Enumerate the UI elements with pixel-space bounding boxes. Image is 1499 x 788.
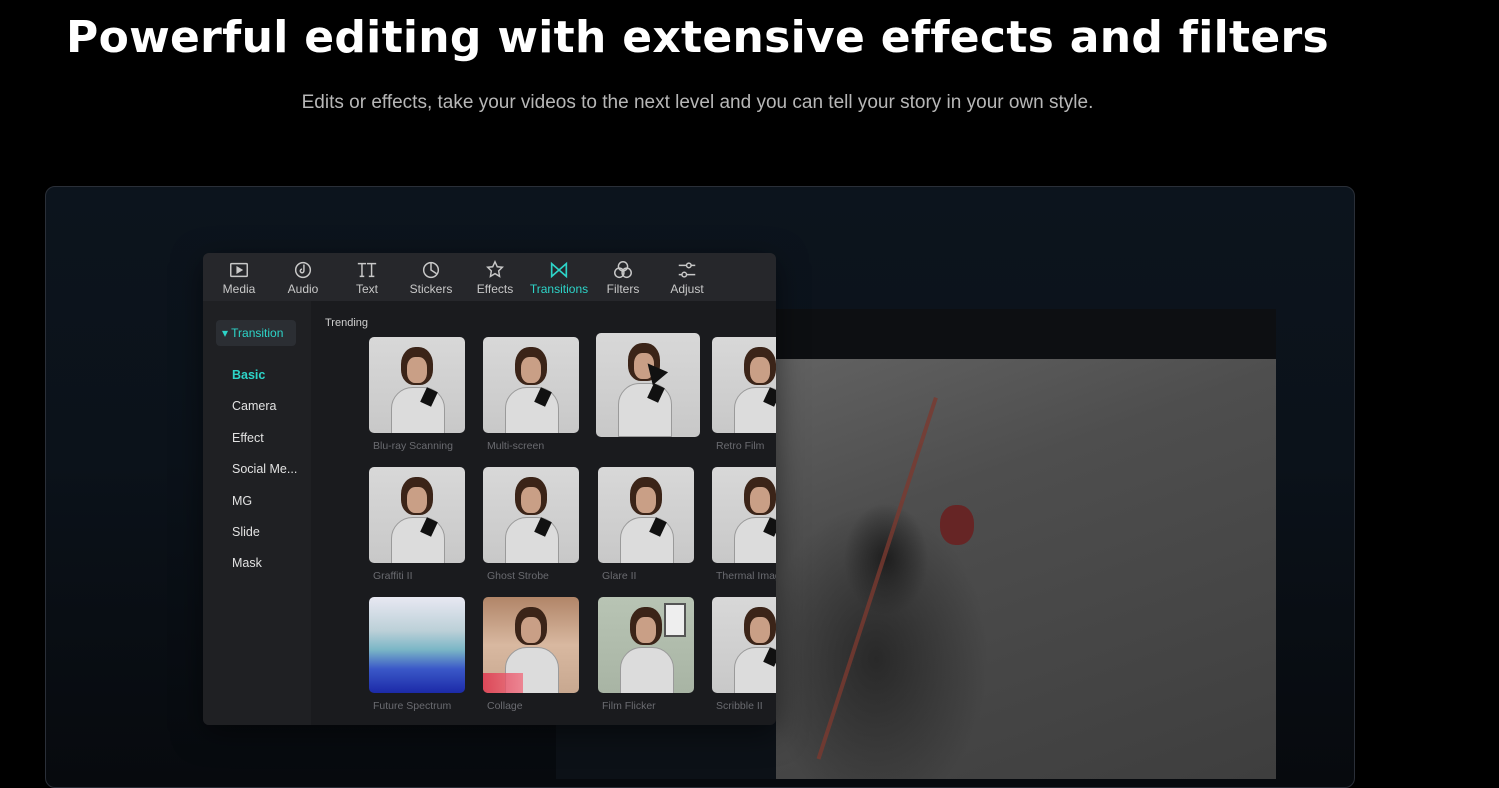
transition-caption: Blu-ray Scanning — [373, 440, 453, 452]
tab-text[interactable]: Text — [335, 253, 399, 301]
filters-icon — [614, 260, 632, 278]
sidebar-item-effect[interactable]: Effect — [232, 431, 264, 445]
transition-thumb-thermal-imaging[interactable] — [712, 467, 776, 563]
transition-caption: Glare II — [602, 570, 637, 582]
hero-subtitle: Edits or effects, take your videos to th… — [301, 92, 1094, 113]
audio-icon — [294, 261, 312, 278]
tab-filters-label: Filters — [606, 281, 640, 296]
effects-icon — [486, 259, 504, 278]
transition-thumb-ghost-strobe[interactable] — [483, 467, 579, 563]
transition-caption: Multi-screen — [487, 440, 545, 452]
category-sidebar: ▾ Transition Basic Camera Effect Social … — [203, 301, 311, 725]
tab-media[interactable]: Media — [207, 253, 271, 301]
stickers-icon — [422, 261, 440, 278]
media-icon — [230, 262, 248, 277]
preview-flag — [940, 505, 974, 545]
transition-thumb-hovered[interactable] — [596, 333, 700, 437]
transition-caption: Thermal Imaging — [716, 570, 776, 582]
hero-title: Powerful editing with extensive effects … — [66, 12, 1329, 63]
tab-effects[interactable]: Effects — [463, 253, 527, 301]
tab-adjust-label: Adjust — [670, 281, 704, 296]
sidebar-item-social-media[interactable]: Social Me... — [232, 462, 297, 476]
transition-thumb-future-spectrum[interactable] — [369, 597, 465, 693]
tab-effects-label: Effects — [476, 281, 514, 296]
tab-audio-label: Audio — [287, 281, 319, 296]
transition-caption: Collage — [487, 700, 523, 712]
transition-caption: Film Flicker — [602, 700, 656, 712]
tab-stickers[interactable]: Stickers — [399, 253, 463, 301]
transition-thumb-scribble-ii[interactable] — [712, 597, 776, 693]
transition-category-toggle[interactable]: ▾ Transition — [216, 320, 296, 346]
transition-thumb-collage[interactable] — [483, 597, 579, 693]
tab-media-label: Media — [222, 281, 256, 296]
sidebar-item-mask[interactable]: Mask — [232, 556, 262, 570]
tab-audio[interactable]: Audio — [271, 253, 335, 301]
transition-thumb-film-flicker[interactable] — [598, 597, 694, 693]
transition-caption: Retro Film — [716, 440, 765, 452]
transition-caption: Future Spectrum — [373, 700, 452, 712]
transition-caption: Ghost Strobe — [487, 570, 549, 582]
transition-thumb-glare-ii[interactable] — [598, 467, 694, 563]
adjust-icon — [678, 261, 696, 278]
editor-toolbar: Media Audio Text Stickers Effects Transi… — [203, 253, 776, 301]
sidebar-item-slide[interactable]: Slide — [232, 525, 260, 539]
tab-text-label: Text — [355, 281, 378, 296]
transition-thumb-multi-screen[interactable] — [483, 337, 579, 433]
text-icon — [357, 262, 377, 277]
transition-thumb-graffiti-ii[interactable] — [369, 467, 465, 563]
transition-caption: Scribble II — [716, 700, 763, 712]
transition-caption: Graffiti II — [373, 570, 413, 582]
tab-adjust[interactable]: Adjust — [655, 253, 719, 301]
sidebar-item-camera[interactable]: Camera — [232, 399, 276, 413]
demo-stage: Media Audio Text Stickers Effects Transi… — [45, 186, 1355, 788]
sidebar-item-mg[interactable]: MG — [232, 494, 252, 508]
transitions-icon — [550, 261, 568, 278]
sidebar-item-basic[interactable]: Basic — [232, 368, 265, 382]
tab-filters[interactable]: Filters — [591, 253, 655, 301]
editor-panel: Media Audio Text Stickers Effects Transi… — [203, 253, 776, 725]
tab-transitions[interactable]: Transitions — [527, 253, 591, 301]
tab-stickers-label: Stickers — [409, 281, 453, 296]
transition-thumb-blu-ray-scanning[interactable] — [369, 337, 465, 433]
section-trending: Trending — [325, 317, 369, 329]
tab-transitions-label: Transitions — [529, 281, 589, 296]
transition-thumb-retro-film[interactable] — [712, 337, 776, 433]
